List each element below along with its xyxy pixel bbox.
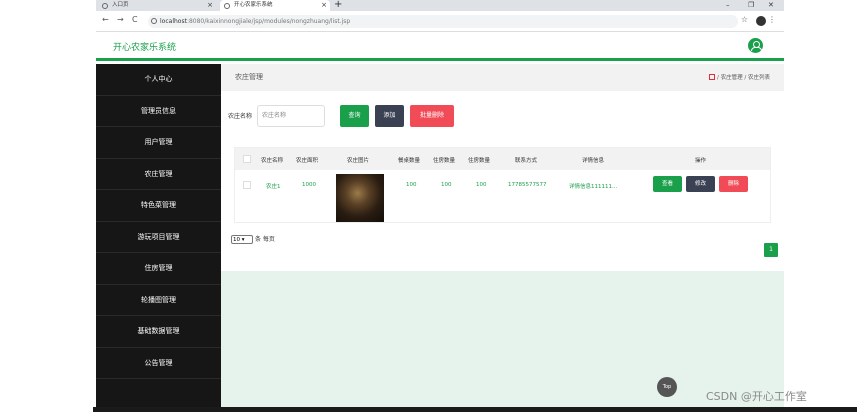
info-icon <box>151 18 157 24</box>
cell-farm-area: 1000 <box>302 182 316 188</box>
sidebar: 个人中心 管理员信息 用户管理 农庄管理 特色菜管理 游玩项目管理 住房管理 轮… <box>96 64 221 412</box>
cell-contact: 17785577577 <box>508 182 547 188</box>
col-farm-image: 农庄图片 <box>347 158 370 164</box>
add-button[interactable]: 添加 <box>375 105 404 127</box>
back-to-top-button[interactable]: Top <box>657 377 677 397</box>
col-room-count-2: 住房数量 <box>468 158 491 164</box>
url-path: :8080/kaixinnongjiale/jsp/modules/nongzh… <box>186 18 351 25</box>
search-button[interactable]: 查询 <box>340 105 369 127</box>
search-label: 农庄名称 <box>228 113 253 120</box>
url-field[interactable]: localhost:8080/kaixinnongjiale/jsp/modul… <box>148 15 738 28</box>
table-header: 农庄名称 农庄面积 农庄图片 餐桌数量 住房数量 住房数量 联系方式 详情信息 … <box>235 148 770 170</box>
col-actions: 操作 <box>695 158 707 164</box>
globe-icon <box>224 3 230 9</box>
bulk-delete-button[interactable]: 批量删除 <box>410 105 454 127</box>
page-title: 农庄管理 <box>235 73 263 81</box>
forward-icon[interactable]: → <box>117 15 124 24</box>
app-header: 开心农家乐系统 <box>96 32 784 61</box>
main-content: 农庄管理 / 农庄管理 / 农庄列表 农庄名称 农庄名称 查询 添加 批量删除 … <box>221 64 784 412</box>
menu-icon[interactable]: ⋮ <box>768 15 776 24</box>
search-input[interactable]: 农庄名称 <box>257 105 325 127</box>
page-number-button[interactable]: 1 <box>764 243 778 257</box>
close-icon[interactable]: × <box>207 0 213 11</box>
select-all-checkbox[interactable] <box>243 155 251 163</box>
sidebar-item-dishes[interactable]: 特色菜管理 <box>96 190 221 222</box>
col-room-count: 住房数量 <box>433 158 456 164</box>
col-table-count: 餐桌数量 <box>398 158 421 164</box>
watermark: CSDN @开心工作室 <box>706 390 807 403</box>
bookmark-star-icon[interactable]: ☆ <box>741 15 748 24</box>
page-size-value: 10 <box>233 237 240 243</box>
tab-system[interactable]: 开心农家乐系统 × <box>220 0 330 11</box>
url-host: localhost <box>160 18 187 25</box>
sidebar-item-users[interactable]: 用户管理 <box>96 127 221 159</box>
cell-room-count: 100 <box>441 182 452 188</box>
sidebar-item-housing[interactable]: 住房管理 <box>96 253 221 285</box>
list-panel: 农庄名称 农庄名称 查询 添加 批量删除 农庄名称 农庄面积 农庄图片 餐桌数量… <box>221 91 784 271</box>
app-title: 开心农家乐系统 <box>113 43 177 53</box>
home-icon[interactable] <box>709 74 716 80</box>
back-icon[interactable]: ← <box>102 15 109 24</box>
row-checkbox[interactable] <box>243 181 251 189</box>
minimize-icon[interactable]: – <box>726 0 730 11</box>
breadcrumb: / 农庄管理 / 农庄列表 <box>709 73 770 81</box>
reload-icon[interactable]: C <box>132 15 138 24</box>
col-detail: 详情信息 <box>582 158 605 164</box>
close-icon[interactable]: × <box>321 0 327 11</box>
sidebar-item-activities[interactable]: 游玩项目管理 <box>96 222 221 253</box>
col-farm-name: 农庄名称 <box>261 158 284 164</box>
col-farm-area: 农庄面积 <box>296 158 319 164</box>
edit-button[interactable]: 修改 <box>686 176 715 192</box>
tab-bar: 入口页 × 开心农家乐系统 × + – ❐ ✕ <box>96 0 784 11</box>
profile-icon[interactable] <box>756 16 766 26</box>
page-size-control: 10 ▾ 条 每页 <box>231 234 275 244</box>
cell-detail: 详情信息111111... <box>569 184 618 190</box>
view-button[interactable]: 查看 <box>653 176 682 192</box>
breadcrumb-path: / 农庄管理 / 农庄列表 <box>717 75 770 81</box>
sidebar-item-basic-data[interactable]: 基础数据管理 <box>96 316 221 348</box>
sidebar-item-carousel[interactable]: 轮播图管理 <box>96 285 221 316</box>
browser-window: 入口页 × 开心农家乐系统 × + – ❐ ✕ ← → C localhost:… <box>96 0 784 412</box>
new-tab-icon[interactable]: + <box>334 0 342 10</box>
page-size-select[interactable]: 10 ▾ <box>231 235 253 244</box>
sidebar-item-farms[interactable]: 农庄管理 <box>96 159 221 190</box>
restore-icon[interactable]: ❐ <box>748 0 754 11</box>
user-avatar-icon[interactable] <box>748 38 763 53</box>
sidebar-item-admin-info[interactable]: 管理员信息 <box>96 96 221 127</box>
address-bar: ← → C localhost:8080/kaixinnongjiale/jsp… <box>96 11 784 32</box>
page-size-suffix: 条 每页 <box>255 236 275 243</box>
data-table: 农庄名称 农庄面积 农庄图片 餐桌数量 住房数量 住房数量 联系方式 详情信息 … <box>234 147 771 223</box>
cell-farm-name[interactable]: 农庄1 <box>266 182 281 190</box>
globe-icon <box>102 3 108 9</box>
sidebar-item-personal-center[interactable]: 个人中心 <box>96 64 221 96</box>
sidebar-item-notices[interactable]: 公告管理 <box>96 348 221 379</box>
cell-room-count-2: 100 <box>476 182 487 188</box>
cell-table-count: 100 <box>406 182 417 188</box>
col-contact: 联系方式 <box>515 158 538 164</box>
tab-entry[interactable]: 入口页 × <box>98 0 216 11</box>
tab-label: 入口页 <box>112 2 129 8</box>
farm-image <box>336 174 384 222</box>
breadcrumb-bar: 农庄管理 / 农庄管理 / 农庄列表 <box>221 64 784 91</box>
tab-label: 开心农家乐系统 <box>234 2 273 8</box>
delete-button[interactable]: 删除 <box>719 176 748 192</box>
window-close-icon[interactable]: ✕ <box>768 0 774 11</box>
taskbar <box>93 407 857 412</box>
